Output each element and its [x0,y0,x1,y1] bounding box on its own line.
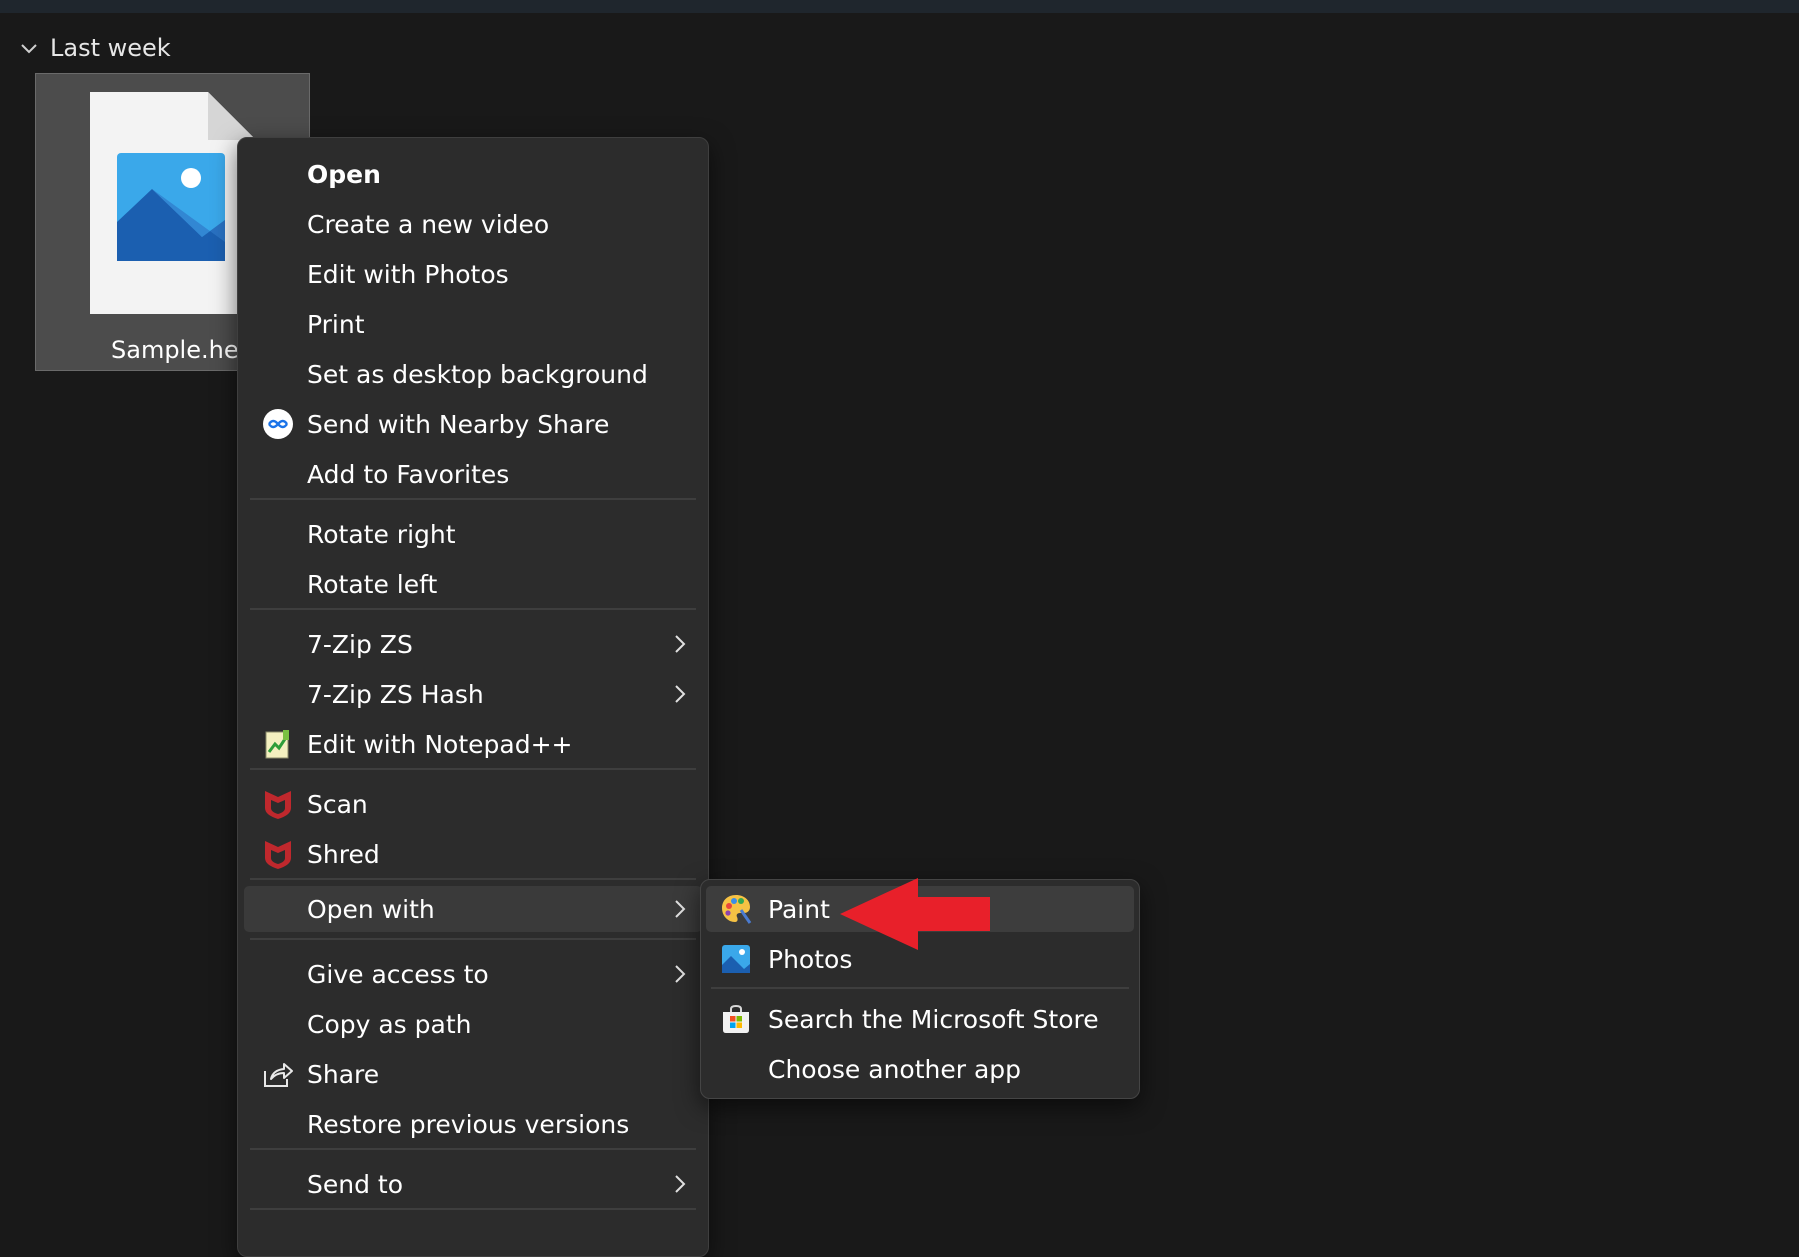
menu-separator [250,498,696,500]
microsoft-store-icon [718,1001,754,1037]
notepad-plus-plus-icon [261,727,295,761]
menu-item-edit-with-notepadpp[interactable]: Edit with Notepad++ [244,721,702,767]
menu-item-7zip-zs[interactable]: 7-Zip ZS [244,621,702,667]
menu-item-label: Open with [307,894,435,924]
menu-item-nearby-share[interactable]: Send with Nearby Share [244,401,702,447]
submenu-separator [711,987,1129,989]
menu-item-label: Edit with Notepad++ [307,729,573,759]
menu-item-label: Edit with Photos [307,259,509,289]
nearby-share-icon [261,407,295,441]
submenu-item-label: Choose another app [768,1054,1022,1084]
submenu-item-search-store[interactable]: Search the Microsoft Store [706,996,1134,1042]
menu-item-label: Rotate right [307,519,456,549]
menu-separator [250,938,696,940]
menu-item-send-to[interactable]: Send to [244,1161,702,1207]
paint-palette-icon [718,891,754,927]
menu-item-label: Set as desktop background [307,359,648,389]
menu-item-label: Create a new video [307,209,550,239]
chevron-right-icon [675,965,686,983]
share-icon [261,1057,295,1091]
menu-item-label: Send with Nearby Share [307,409,610,439]
chevron-right-icon [675,1175,686,1193]
menu-item-label: Add to Favorites [307,459,510,489]
photos-icon [718,941,754,977]
menu-item-label: 7-Zip ZS [307,629,413,659]
group-header-last-week[interactable]: Last week [18,30,171,66]
mcafee-shield-icon [261,787,295,821]
menu-item-add-to-favorites[interactable]: Add to Favorites [244,451,702,497]
menu-separator [250,1208,696,1210]
submenu-item-label: Search the Microsoft Store [768,1004,1099,1034]
submenu-item-choose-another-app[interactable]: Choose another app [706,1046,1134,1092]
menu-item-rotate-left[interactable]: Rotate left [244,561,702,607]
annotation-arrow [840,878,990,950]
menu-item-scan[interactable]: Scan [244,781,702,827]
window-top-bar [0,0,1799,13]
menu-separator [250,608,696,610]
menu-item-give-access-to[interactable]: Give access to [244,951,702,997]
menu-item-label: Print [307,309,365,339]
menu-item-7zip-zs-hash[interactable]: 7-Zip ZS Hash [244,671,702,717]
chevron-right-icon [675,635,686,653]
submenu-item-label: Paint [768,894,830,924]
menu-item-create-video[interactable]: Create a new video [244,201,702,247]
menu-item-label: Scan [307,789,368,819]
menu-item-print[interactable]: Print [244,301,702,347]
menu-item-open[interactable]: Open [244,151,702,197]
menu-item-label: Send to [307,1169,404,1199]
menu-separator [250,878,696,880]
menu-item-edit-with-photos[interactable]: Edit with Photos [244,251,702,297]
menu-item-rotate-right[interactable]: Rotate right [244,511,702,557]
menu-item-shred[interactable]: Shred [244,831,702,877]
menu-item-label: Open [307,159,381,189]
menu-separator [250,1148,696,1150]
menu-item-set-desktop-background[interactable]: Set as desktop background [244,351,702,397]
chevron-down-icon[interactable] [18,37,40,59]
menu-item-label: Share [307,1059,380,1089]
group-header-label: Last week [50,34,171,62]
menu-separator [250,768,696,770]
chevron-right-icon [675,900,686,918]
menu-item-restore-previous-versions[interactable]: Restore previous versions [244,1101,702,1147]
menu-item-copy-as-path[interactable]: Copy as path [244,1001,702,1047]
context-menu: Open Create a new video Edit with Photos… [237,137,709,1257]
menu-item-open-with[interactable]: Open with [244,886,702,932]
menu-item-label: Shred [307,839,380,869]
menu-item-label: 7-Zip ZS Hash [307,679,484,709]
menu-item-label: Give access to [307,959,489,989]
menu-item-label: Restore previous versions [307,1109,630,1139]
image-file-icon [90,92,256,314]
chevron-right-icon [675,685,686,703]
menu-item-label: Rotate left [307,569,438,599]
menu-item-label: Copy as path [307,1009,472,1039]
mcafee-shield-icon [261,837,295,871]
menu-item-share[interactable]: Share [244,1051,702,1097]
